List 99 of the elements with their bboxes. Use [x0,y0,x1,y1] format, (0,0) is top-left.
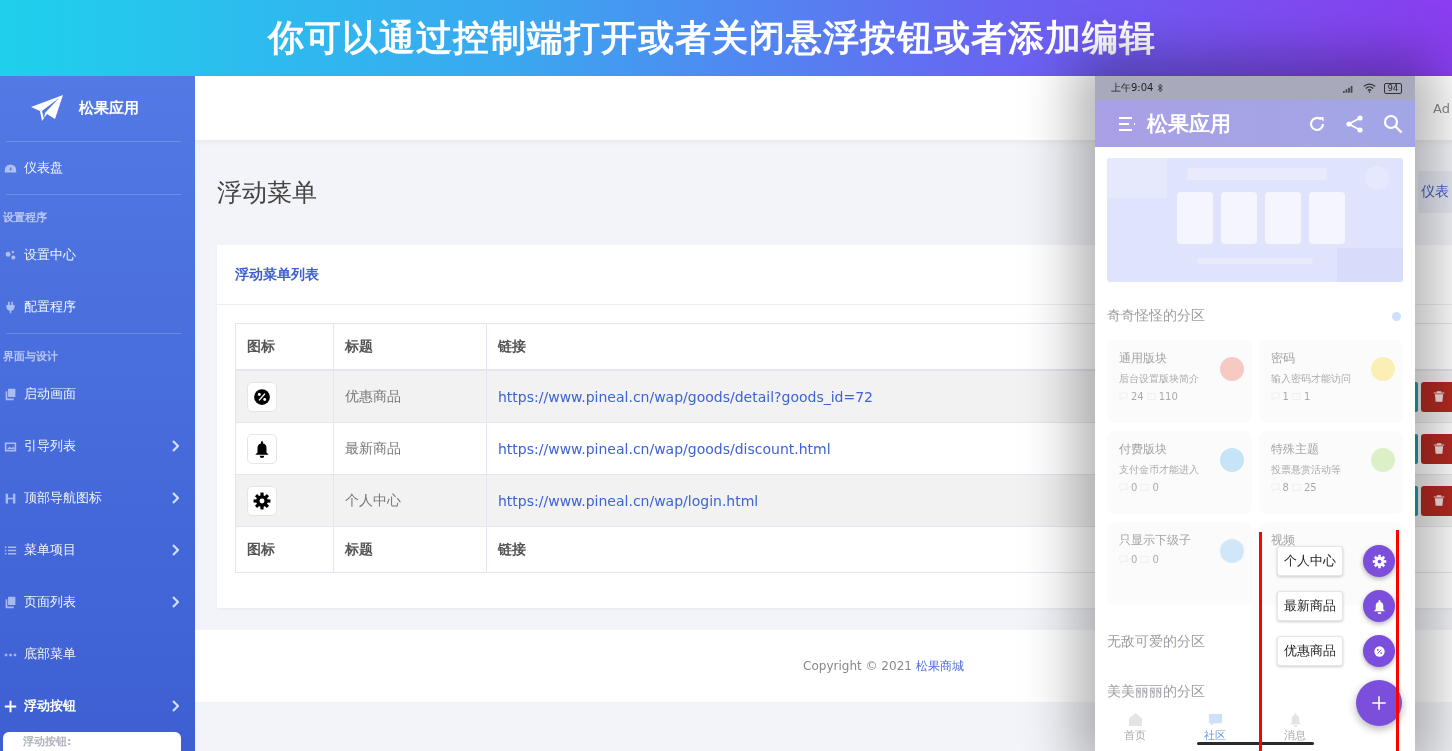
wifi-icon [1362,83,1376,93]
forum-card[interactable]: 通用版块 后台设置版块简介 24 110 [1107,340,1252,423]
post-count: 110 [1158,391,1178,402]
fab-item-button[interactable] [1363,635,1395,667]
table-cell: 优惠商品 [345,387,401,404]
trash-icon [1433,494,1445,507]
column-header: 链接 [498,337,526,354]
app-title: 松果应用 [1147,110,1231,138]
chevron-icon [171,492,179,504]
edit-button[interactable] [1415,433,1418,464]
forum-description: 支付金币才能进入 [1119,463,1199,477]
delete-button[interactable] [1421,381,1452,412]
forum-description: 输入密码才能访问 [1270,372,1351,386]
sidebar-item[interactable]: 菜单项目 [0,524,195,576]
percent-icon [1371,643,1387,659]
link[interactable]: https://www.pineal.cn/wap/goods/detail?goods_id=72 [498,388,873,405]
sidebar-item[interactable]: 仪表盘 [0,142,195,194]
sidebar-item[interactable]: 浮动按钮 [0,680,195,732]
status-time: 上午9:04 [1111,81,1154,95]
post-count: 0 [1152,554,1159,565]
edit-button[interactable] [1415,485,1418,516]
comment-count: 24 [1131,391,1144,402]
user-name[interactable]: Ad [1433,100,1450,116]
forum-card[interactable]: 付费版块 支付金币才能进入 0 0 [1107,431,1252,514]
column-header: 标题 [345,337,373,354]
section-title: 奇奇怪怪的分区 [1107,307,1205,325]
chevron-icon [171,700,179,712]
sidebar-section-label: 设置程序 [2,210,48,226]
edit-button[interactable] [1415,381,1418,412]
post-count: 1 [1303,391,1311,402]
brand-name: 松果应用 [79,99,139,118]
breadcrumb-link[interactable]: 仪表 [1418,171,1452,213]
forum-title: 付费版块 [1119,441,1168,458]
row-icon [247,433,277,464]
chevron-icon [171,440,179,452]
comment-count: 0 [1131,554,1138,565]
share-icon[interactable] [1345,113,1365,134]
sidebar-item[interactable]: 启动画面 [0,368,195,420]
column-header: 标题 [345,540,373,557]
sidebar-item[interactable]: 设置中心 [0,229,195,281]
sidebar-item[interactable]: 底部菜单 [0,628,195,680]
banner-title: 你可以通过控制端打开或者关闭悬浮按钮或者添加编辑 [268,15,1156,60]
fab-item-button[interactable] [1363,590,1395,622]
toggle-dot[interactable] [1392,311,1401,321]
forum-title: 视频 [1270,532,1295,549]
forum-description: 投票悬赏活动等 [1270,463,1341,477]
search-icon[interactable] [1383,113,1403,134]
section-title: 美美丽丽的分区 [1107,683,1205,701]
chevron-icon [171,596,179,608]
copyright-text: Copyright © 2021 [803,659,912,673]
column-header: 链接 [498,540,526,557]
chevron-icon [171,544,179,556]
tab[interactable]: 社区 [1175,703,1255,751]
forum-card[interactable]: 只显示下级子 0 0 [1107,522,1252,605]
card-title: 浮动菜单列表 [235,265,319,284]
fab-label[interactable]: 个人中心 [1277,546,1343,576]
trash-icon [1433,390,1445,403]
table-cell: 最新商品 [345,439,401,456]
tab[interactable]: 首页 [1095,703,1175,751]
sidebar-item[interactable]: 页面列表 [0,576,195,628]
link[interactable]: https://www.pineal.cn/wap/login.html [498,492,759,509]
delete-button[interactable] [1421,485,1452,516]
link[interactable]: https://www.pineal.cn/wap/goods/discount.html [498,440,831,457]
forum-title: 只显示下级子 [1119,532,1191,549]
sidebar-item[interactable]: 引导列表 [0,420,195,472]
footer-link[interactable]: 松果商城 [915,657,964,675]
forum-title: 密码 [1270,350,1296,367]
delete-button[interactable] [1421,433,1452,464]
section-title: 无敌可爱的分区 [1107,633,1205,651]
home-icon [1127,711,1143,727]
page-title: 浮动菜单 [217,176,317,209]
sidebar-section-label: 界面与设计 [2,349,59,365]
forum-description: 后台设置版块简介 [1119,372,1199,386]
column-header: 图标 [247,337,275,354]
table-cell: 个人中心 [345,491,401,508]
comment-count: 1 [1282,391,1289,402]
fab-label[interactable]: 最新商品 [1277,591,1343,621]
chat-icon [1207,711,1223,727]
sidebar-item[interactable]: 配置程序 [0,281,195,333]
battery-level: 94 [1383,82,1402,94]
comment-count: 8 [1282,482,1289,493]
bluetooth-icon [1157,83,1164,93]
trash-icon [1433,442,1445,455]
sidebar-item[interactable]: 顶部导航图标 [0,472,195,524]
plus-icon [1370,694,1388,712]
fab-label[interactable]: 优惠商品 [1277,636,1343,666]
forum-title: 通用版块 [1119,350,1168,367]
forum-card[interactable]: 密码 输入密码才能访问 1 1 [1258,340,1403,423]
tab[interactable]: 消息 [1255,703,1335,751]
column-header: 图标 [247,540,275,557]
row-icon [247,485,277,516]
forum-card[interactable]: 特殊主题 投票悬赏活动等 8 25 [1258,431,1403,514]
gear-icon [1371,553,1387,569]
row-icon [247,381,277,412]
forum-title: 特殊主题 [1270,441,1320,458]
post-count: 0 [1152,482,1159,493]
signal-icon [1342,83,1355,93]
comment-count: 0 [1131,482,1138,493]
post-count: 25 [1303,482,1317,493]
